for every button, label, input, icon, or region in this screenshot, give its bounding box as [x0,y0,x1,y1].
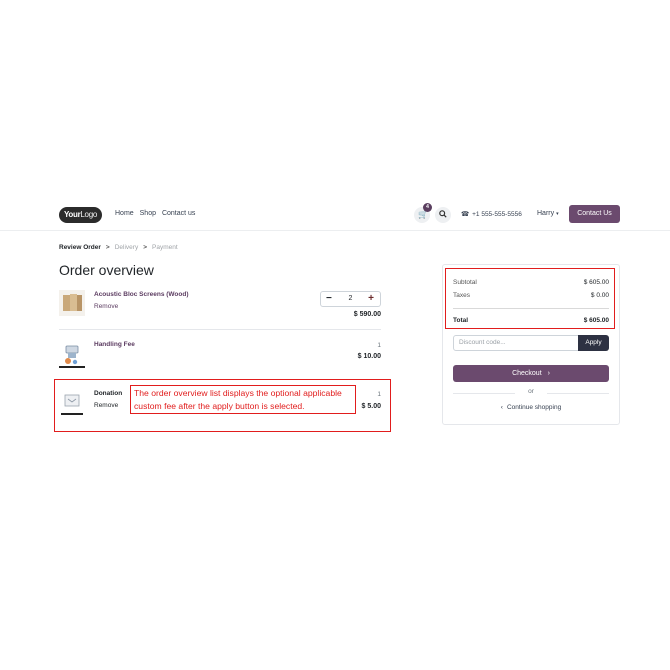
step-review-order: Review Order [59,244,101,251]
annotation-callout: The order overview list displays the opt… [130,385,356,414]
cart-button[interactable]: 🛒 4 [414,203,432,223]
increase-quantity-button[interactable]: + [368,293,374,305]
phone-link[interactable]: ☎ +1 555-555-5556 [461,210,522,218]
taxes-label: Taxes [453,292,470,299]
checkout-label: Checkout [512,370,542,377]
taxes-value: $ 0.00 [590,292,609,299]
breadcrumb-separator: > [143,244,147,251]
contact-us-button[interactable]: Contact Us [569,205,620,223]
subtotal-value: $ 605.00 [583,279,609,286]
top-navbar: YourLogo Home Shop Contact us 🛒 4 ☎ +1 55… [0,198,670,231]
page-title: Order overview [59,262,154,278]
nav-home[interactable]: Home [115,210,134,217]
quantity-stepper[interactable]: − 2 + [320,291,381,307]
remove-link[interactable]: Remove [94,303,118,310]
cart-count-badge: 4 [423,203,432,212]
nav-shop[interactable]: Shop [140,210,156,217]
order-line: Handling Fee 1 $ 10.00 [59,340,381,370]
phone-icon: ☎ [461,211,470,218]
chevron-right-icon: › [547,370,550,377]
or-line-right [547,393,609,394]
phone-number: +1 555-555-5556 [472,211,522,218]
total-value: $ 605.00 [583,317,609,324]
continue-shopping-link[interactable]: ‹ Continue shopping [453,404,609,411]
apply-button[interactable]: Apply [578,335,609,351]
step-payment: Payment [152,244,178,251]
product-name[interactable]: Handling Fee [94,341,135,348]
site-logo[interactable]: YourLogo [59,207,102,223]
product-image[interactable] [59,290,85,316]
or-separator: or [453,388,609,398]
line-divider [59,329,381,330]
continue-shopping-label: Continue shopping [506,404,562,411]
total-label: Total [453,317,469,324]
logo-text-bold: Your [63,210,81,219]
logo-text-light: Logo [80,210,98,219]
line-quantity: 1 [377,342,381,349]
caret-down-icon: ▾ [556,211,559,217]
search-icon [439,210,447,218]
line-price: $ 590.00 [353,311,381,318]
search-button[interactable] [435,207,451,223]
checkout-button[interactable]: Checkout › [453,365,609,382]
step-delivery: Delivery [114,244,139,251]
product-name[interactable]: Acoustic Bloc Screens (Wood) [94,291,189,298]
fee-image [59,342,85,368]
discount-code-input[interactable]: Discount code... [453,335,579,351]
user-name: Harry [537,210,555,217]
breadcrumb-separator: > [105,244,110,251]
main-nav: Home Shop Contact us [115,210,199,217]
summary-divider [453,308,609,309]
user-menu[interactable]: Harry ▾ [537,210,559,217]
chevron-left-icon: ‹ [500,404,503,411]
subtotal-label: Subtotal [453,279,477,286]
checkout-steps: Review Order > Delivery > Payment [59,244,178,251]
nav-contact-us[interactable]: Contact us [162,210,195,217]
line-price: $ 10.00 [357,353,381,360]
